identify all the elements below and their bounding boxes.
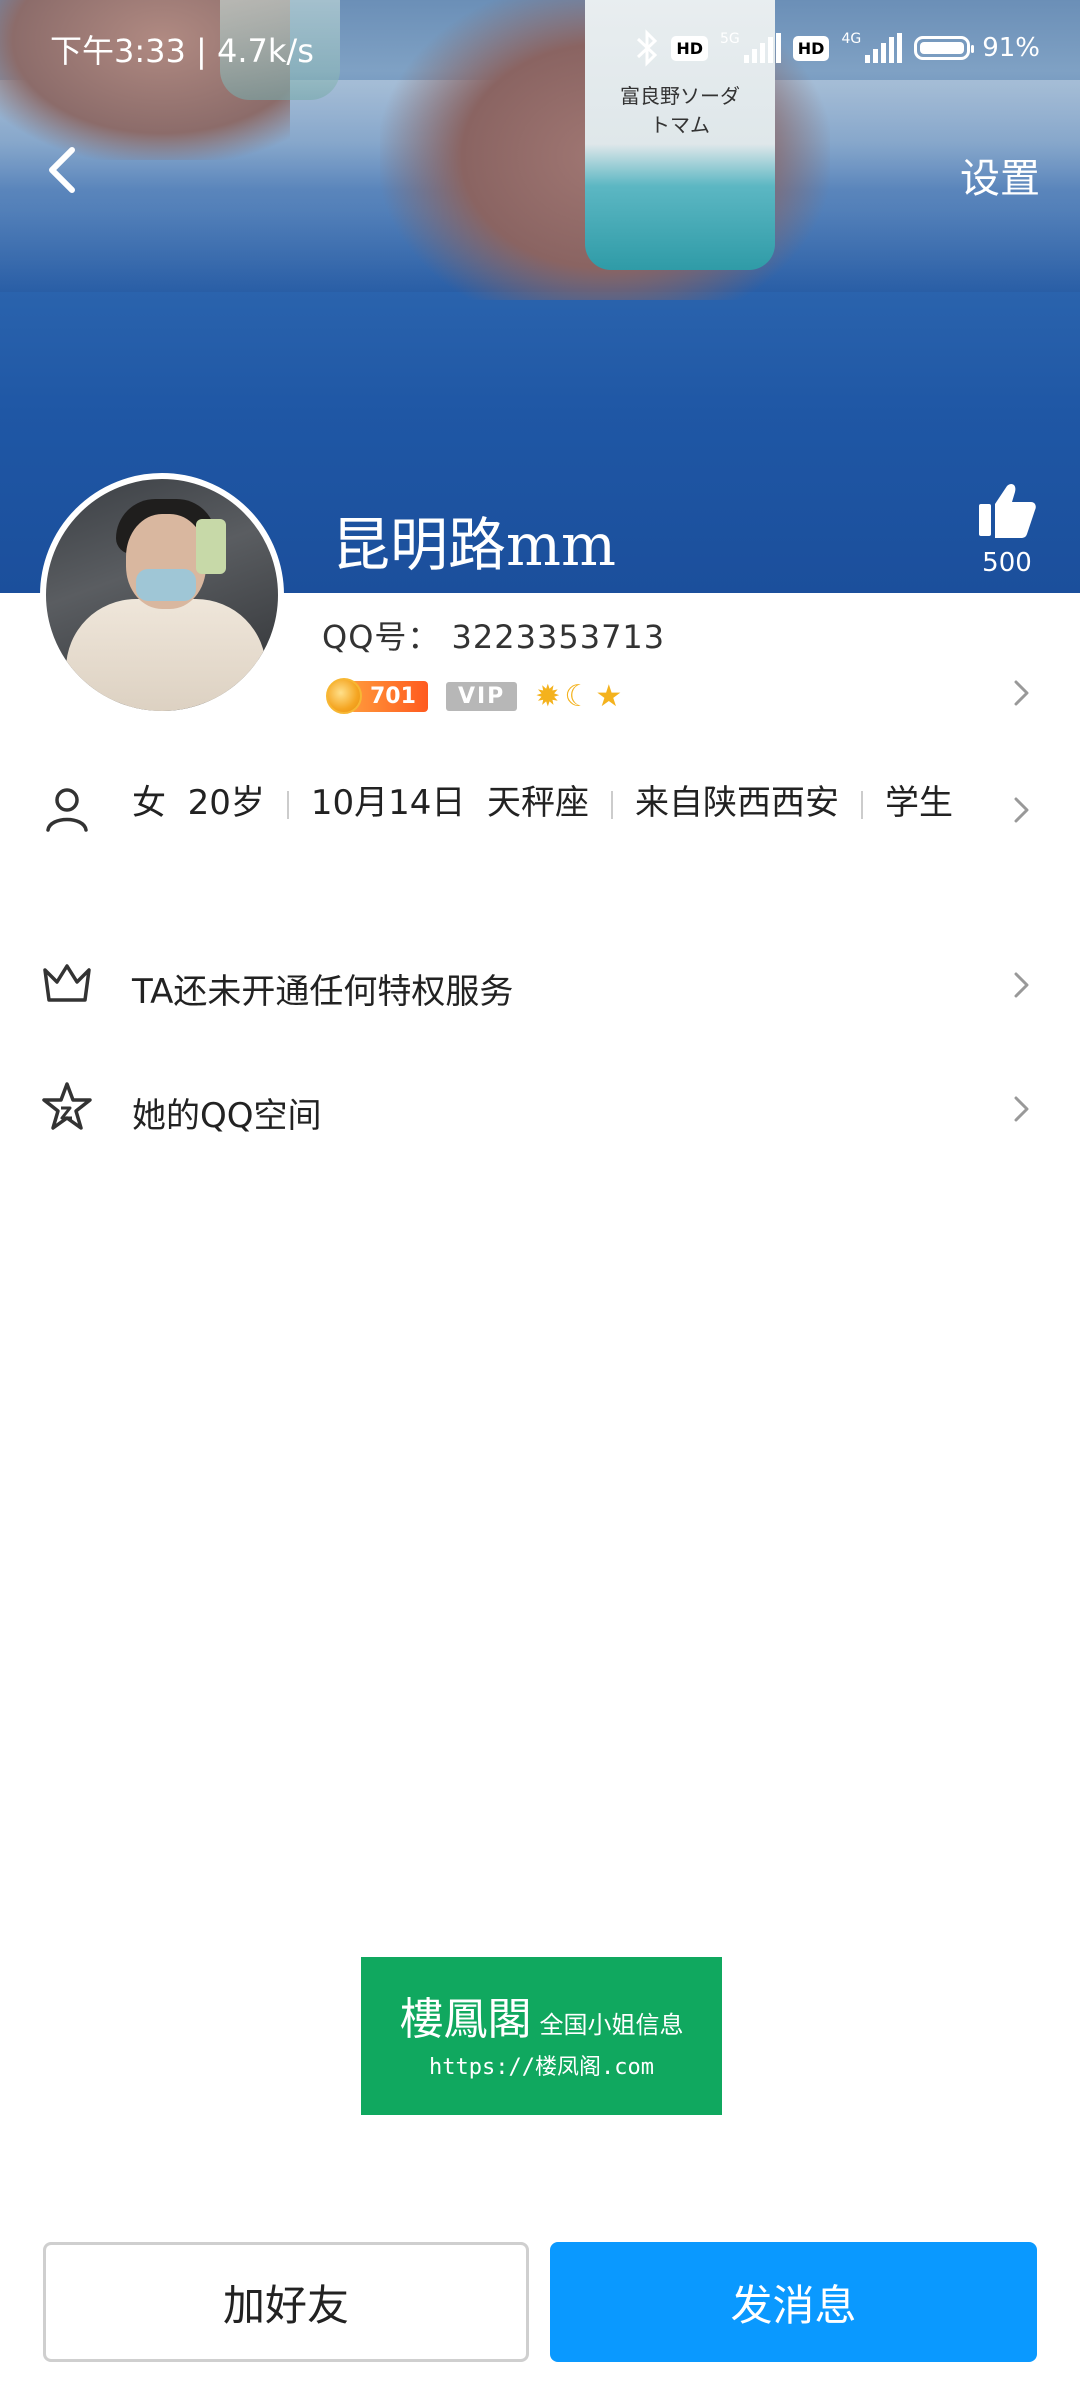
sun-icon: ✹ — [535, 678, 561, 714]
avatar-phone — [196, 519, 226, 574]
like-button[interactable]: 500 — [972, 480, 1042, 578]
ad-title: 樓鳳閣 — [399, 1994, 532, 2045]
avatar-mask — [136, 569, 196, 601]
vip-service-row[interactable]: TA还未开通任何特权服务 — [0, 950, 1080, 1020]
add-friend-button[interactable]: 加好友 — [43, 2242, 529, 2362]
ad-url: https://楼凤阁.com — [429, 2055, 654, 2080]
send-message-button[interactable]: 发消息 — [550, 2242, 1037, 2362]
star-icon: ★ — [595, 678, 623, 714]
vip-badge: VIP — [445, 681, 518, 711]
chevron-right-icon — [1014, 680, 1029, 706]
network-5g-label: 5G — [720, 31, 740, 47]
avatar[interactable] — [40, 473, 284, 717]
zodiac: 天秤座 — [487, 783, 590, 823]
chevron-left-icon — [49, 147, 75, 193]
bluetooth-icon — [637, 29, 658, 67]
vip-service-label: TA还未开通任何特权服务 — [132, 972, 514, 1012]
network-4g-label: 4G — [841, 31, 862, 47]
profile-details-row[interactable]: 女 20岁 10月14日 天秤座 来自陕西西安 学生 — [0, 770, 1080, 910]
thumbs-up-icon — [979, 484, 1036, 538]
star-icon — [42, 1082, 92, 1130]
battery-icon — [914, 36, 975, 60]
ad-subtitle: 全国小姐信息 — [539, 2011, 684, 2039]
ad-title-line: 樓鳳閣 全国小姐信息 — [361, 1983, 722, 2047]
age: 20岁 — [187, 783, 265, 823]
chevron-right-icon — [1014, 797, 1029, 823]
chevron-right-icon — [1014, 972, 1029, 998]
signal-icon-1 — [743, 33, 781, 63]
birthday: 10月14日 — [310, 783, 466, 823]
profile-page: 富良野ソーダ トマム 下午3:33 | 4.7k/s HD 5G HD 4G 9… — [0, 0, 1080, 2400]
status-icons: HD 5G HD 4G 91% — [635, 24, 1040, 72]
level-badge: 701 — [326, 678, 428, 714]
status-time: 下午3:33 | 4.7k/s — [50, 32, 314, 70]
coin-icon — [326, 678, 362, 714]
hd-badge-2: HD — [792, 35, 830, 61]
ad-banner[interactable]: 樓鳳閣 全国小姐信息 https://楼凤阁.com — [361, 1957, 722, 2115]
person-icon — [46, 788, 88, 832]
qq-number: QQ号： 3223353713 — [322, 618, 666, 656]
back-button[interactable] — [36, 140, 96, 200]
level-icons: ✹ ☾ ★ — [535, 679, 622, 714]
profile-details-text: 女 20岁 10月14日 天秤座 来自陕西西安 学生 — [132, 772, 972, 834]
qzone-row[interactable]: 她的QQ空间 — [0, 1074, 1080, 1144]
qzone-label: 她的QQ空间 — [132, 1096, 322, 1136]
crown-icon — [43, 964, 91, 1002]
settings-button[interactable]: 设置 — [960, 146, 1040, 204]
signal-icon-2 — [865, 33, 903, 63]
location: 来自陕西西安 — [635, 783, 840, 823]
battery-percent: 91% — [982, 33, 1040, 63]
separator — [286, 790, 289, 819]
avatar-coat — [66, 599, 266, 711]
nickname: 昆明路mm — [332, 511, 616, 579]
occupation: 学生 — [885, 783, 954, 823]
separator — [861, 790, 864, 819]
separator — [611, 790, 614, 819]
like-count: 500 — [982, 548, 1032, 578]
chevron-right-icon — [1014, 1096, 1029, 1122]
status-bar: 下午3:33 | 4.7k/s HD 5G HD 4G 91% — [0, 0, 1080, 96]
hd-badge-1: HD — [671, 35, 708, 61]
gender: 女 — [132, 783, 166, 823]
moon-icon: ☾ — [564, 678, 592, 714]
badges-row[interactable]: 701 VIP ✹ ☾ ★ — [326, 676, 622, 716]
